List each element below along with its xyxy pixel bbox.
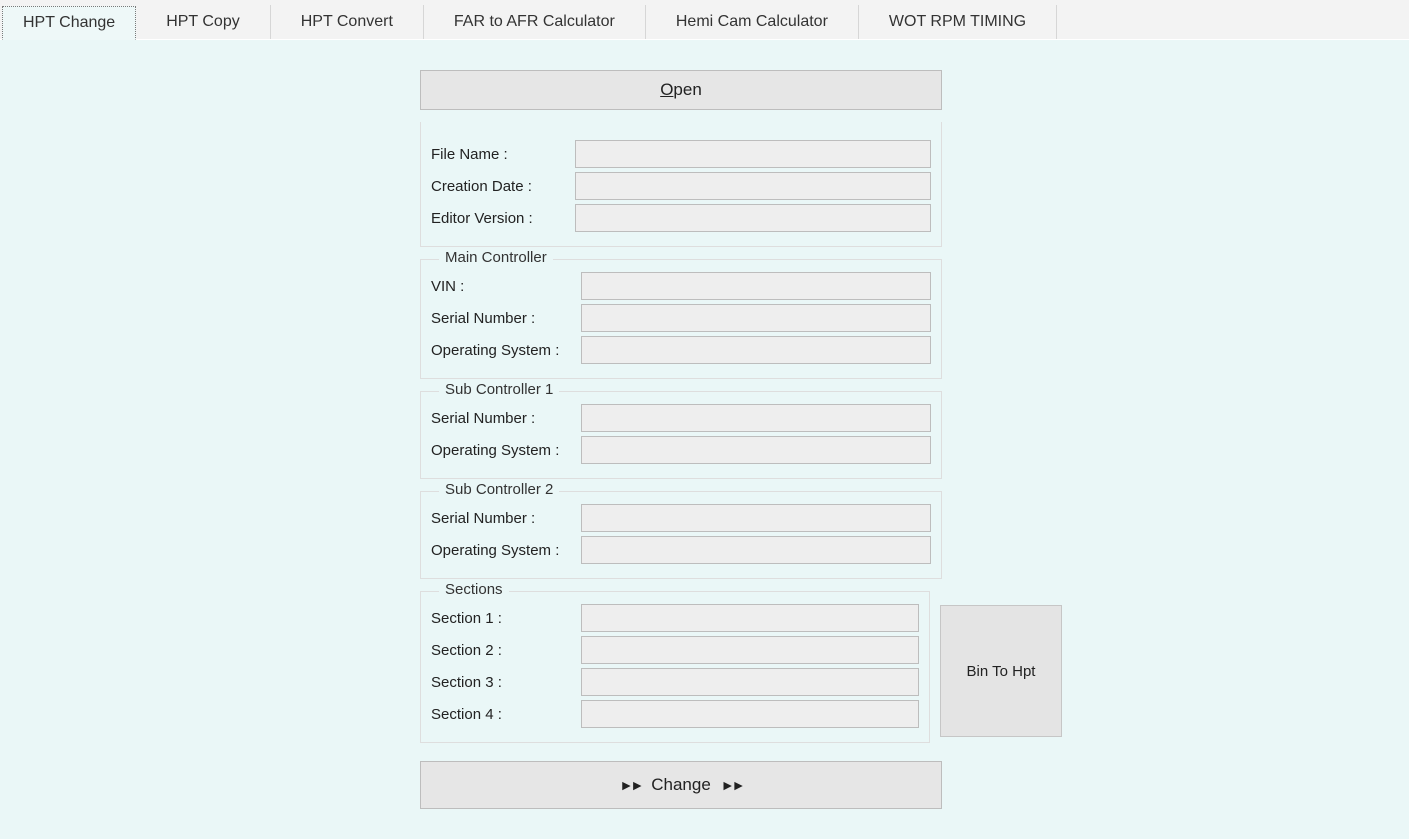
main-serial-label: Serial Number : [431,310,577,327]
arrow-right-icon: ►► [620,777,642,793]
section3-label: Section 3 : [431,674,577,691]
editor-version-field[interactable] [575,204,931,232]
sub1-serial-field[interactable] [581,404,931,432]
sub1-os-field[interactable] [581,436,931,464]
section4-label: Section 4 : [431,706,577,723]
main-os-label: Operating System : [431,342,577,359]
section1-label: Section 1 : [431,610,577,627]
tab-wot-rpm[interactable]: WOT RPM TIMING [859,5,1057,39]
file-info-group: File Name : Creation Date : Editor Versi… [420,122,942,247]
sub1-serial-label: Serial Number : [431,410,577,427]
sub2-os-field[interactable] [581,536,931,564]
file-name-label: File Name : [431,146,571,163]
sub2-serial-field[interactable] [581,504,931,532]
section4-field[interactable] [581,700,919,728]
sub2-os-label: Operating System : [431,542,577,559]
open-button-label: Open [660,80,702,100]
section1-field[interactable] [581,604,919,632]
arrow-right-icon: ►► [721,777,743,793]
change-button-label: Change [651,775,711,795]
sub1-os-label: Operating System : [431,442,577,459]
main-controller-legend: Main Controller [439,249,553,266]
sub2-legend: Sub Controller 2 [439,481,559,498]
creation-date-label: Creation Date : [431,178,571,195]
tab-hpt-copy[interactable]: HPT Copy [136,5,271,39]
editor-version-label: Editor Version : [431,210,571,227]
creation-date-field[interactable] [575,172,931,200]
sections-group: Sections Section 1 : Section 2 : Section… [420,591,930,743]
section2-label: Section 2 : [431,642,577,659]
sub-controller-2-group: Sub Controller 2 Serial Number : Operati… [420,491,942,579]
section2-field[interactable] [581,636,919,664]
tab-far-to-afr[interactable]: FAR to AFR Calculator [424,5,646,39]
file-name-field[interactable] [575,140,931,168]
tab-hpt-convert[interactable]: HPT Convert [271,5,424,39]
tab-hemi-cam[interactable]: Hemi Cam Calculator [646,5,859,39]
open-button[interactable]: Open [420,70,942,110]
sub2-serial-label: Serial Number : [431,510,577,527]
sub-controller-1-group: Sub Controller 1 Serial Number : Operati… [420,391,942,479]
sections-legend: Sections [439,581,509,598]
sub1-legend: Sub Controller 1 [439,381,559,398]
section3-field[interactable] [581,668,919,696]
main-controller-group: Main Controller VIN : Serial Number : Op… [420,259,942,379]
hpt-change-page: Open File Name : Creation Date : Editor … [0,40,1409,839]
change-button[interactable]: ►► Change ►► [420,761,942,809]
bin-to-hpt-button[interactable]: Bin To Hpt [940,605,1062,737]
main-serial-field[interactable] [581,304,931,332]
tab-hpt-change[interactable]: HPT Change [2,6,136,40]
main-os-field[interactable] [581,336,931,364]
tab-strip: HPT Change HPT Copy HPT Convert FAR to A… [0,0,1409,40]
vin-field[interactable] [581,272,931,300]
vin-label: VIN : [431,278,577,295]
